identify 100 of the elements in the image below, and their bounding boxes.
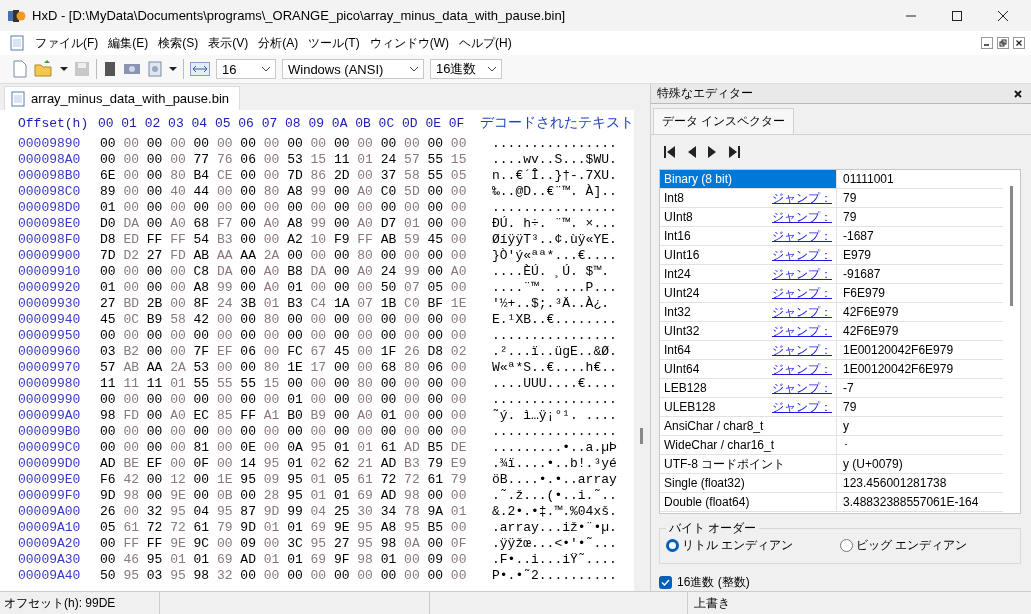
hex-byte[interactable]: A0	[170, 408, 194, 424]
hex-byte[interactable]: 3C	[287, 536, 311, 552]
hex-byte[interactable]: 00	[193, 136, 217, 152]
hex-byte[interactable]: 95	[310, 440, 334, 456]
hex-byte[interactable]: BF	[427, 296, 451, 312]
hex-byte[interactable]: 00	[450, 376, 475, 392]
hex-byte[interactable]: 01	[263, 296, 288, 312]
hex-byte[interactable]: 95	[357, 520, 381, 536]
hex-byte[interactable]: 01	[100, 200, 124, 216]
hex-byte[interactable]: 00	[216, 200, 241, 216]
decoded-text[interactable]: .array...iž•¨•µ.	[492, 520, 617, 536]
restore-icon[interactable]	[997, 37, 1009, 49]
hex-byte[interactable]: 00	[310, 200, 334, 216]
hex-byte[interactable]: B8	[287, 264, 311, 280]
hex-byte[interactable]: 00	[333, 360, 358, 376]
hex-byte[interactable]: 00	[427, 408, 451, 424]
hex-byte[interactable]: FD	[170, 248, 194, 264]
last-icon[interactable]	[727, 144, 741, 160]
hex-byte[interactable]: 02	[310, 456, 334, 472]
hex-byte[interactable]: CE	[216, 168, 241, 184]
hex-byte[interactable]: 00	[357, 312, 381, 328]
hex-byte[interactable]: 0F	[450, 536, 475, 552]
hex-byte[interactable]: C0	[404, 296, 428, 312]
decoded-text[interactable]: .˜.ž...(•..i.˜..	[492, 488, 617, 504]
jump-link[interactable]: ジャンプ：	[772, 341, 832, 359]
hex-byte[interactable]: B5	[427, 520, 451, 536]
hex-byte[interactable]: 1B	[380, 296, 405, 312]
hex-byte[interactable]: 98	[193, 568, 217, 584]
hex-byte[interactable]: 00	[450, 216, 475, 232]
hex-byte[interactable]: D2	[123, 248, 147, 264]
hex-byte[interactable]: 00	[333, 424, 358, 440]
hex-byte[interactable]: 45	[427, 232, 451, 248]
hex-byte[interactable]: 95	[287, 488, 311, 504]
hex-byte[interactable]: DE	[450, 440, 475, 456]
hex-byte[interactable]: 61	[357, 472, 381, 488]
hex-byte[interactable]: 00	[357, 568, 381, 584]
decoded-text[interactable]: ØíÿÿT³..¢.ùÿ«YE.	[492, 232, 617, 248]
hex-byte[interactable]: 50	[380, 280, 405, 296]
hex-byte[interactable]: 00	[380, 376, 405, 392]
hex-byte[interactable]: B3	[287, 296, 311, 312]
hex-byte[interactable]: 00	[380, 424, 405, 440]
hex-byte[interactable]: 00	[450, 424, 475, 440]
charset-dropdown[interactable]: Windows (ANSI)	[282, 59, 424, 79]
decoded-text[interactable]: öB....•.•..array	[492, 472, 617, 488]
hex-byte[interactable]: 00	[450, 392, 475, 408]
hex-byte[interactable]: 01	[193, 552, 217, 568]
hex-byte[interactable]: 87	[240, 504, 264, 520]
hex-byte[interactable]: 2B	[146, 296, 171, 312]
hex-byte[interactable]: 00	[357, 344, 381, 360]
hex-byte[interactable]: A8	[287, 184, 311, 200]
menu-item[interactable]: ツール(T)	[303, 34, 365, 52]
hex-byte[interactable]: 00	[263, 200, 288, 216]
hex-byte[interactable]: 00	[216, 184, 241, 200]
hex-byte[interactable]: 46	[123, 552, 147, 568]
hex-byte[interactable]: 26	[404, 344, 428, 360]
hex-byte[interactable]: AD	[380, 488, 405, 504]
hex-byte[interactable]: 00	[333, 376, 358, 392]
data-type-cell[interactable]: UInt32 ジャンプ：	[660, 322, 837, 340]
hex-byte[interactable]: 45	[100, 312, 124, 328]
hex-byte[interactable]: 00	[450, 248, 475, 264]
hex-byte[interactable]: 50	[100, 568, 124, 584]
hex-byte[interactable]: 00	[146, 472, 171, 488]
hex-byte[interactable]: 00	[357, 424, 381, 440]
hex-byte[interactable]: 80	[170, 168, 194, 184]
hex-byte[interactable]: D7	[380, 216, 405, 232]
hex-byte[interactable]: BE	[123, 456, 147, 472]
decoded-text[interactable]: W«ª*S..€....h€..	[492, 360, 617, 376]
hex-byte[interactable]: 58	[404, 168, 428, 184]
decoded-text[interactable]: .F•..i...iŸ˜....	[492, 552, 617, 568]
hex-byte[interactable]: 99	[310, 184, 334, 200]
hex-byte[interactable]: 00	[170, 152, 194, 168]
hex-byte[interactable]: 01	[333, 440, 358, 456]
hex-byte[interactable]: A0	[357, 216, 381, 232]
hex-byte[interactable]: 00	[123, 136, 147, 152]
hex-byte[interactable]: 00	[450, 280, 475, 296]
hex-byte[interactable]: 00	[216, 440, 241, 456]
hex-byte[interactable]: 01	[287, 520, 311, 536]
hex-byte[interactable]: AD	[404, 440, 428, 456]
hex-byte[interactable]: A0	[450, 264, 475, 280]
hex-byte[interactable]: F6	[100, 472, 124, 488]
hex-byte[interactable]: FF	[357, 232, 381, 248]
hex-byte[interactable]: F9	[333, 232, 358, 248]
inspector-tab[interactable]: データ インスペクター	[653, 108, 795, 134]
decoded-text[interactable]: n..€´Î..}†-.7XU.	[492, 168, 617, 184]
hex-byte[interactable]: 61	[123, 520, 147, 536]
hex-byte[interactable]: 40	[170, 184, 194, 200]
hex-byte[interactable]: 00	[333, 200, 358, 216]
hex-byte[interactable]: 00	[170, 264, 194, 280]
hex-byte[interactable]: B0	[287, 408, 311, 424]
hex-byte[interactable]: AA	[240, 248, 264, 264]
hex-byte[interactable]: 00	[240, 360, 264, 376]
data-type-cell[interactable]: Int8 ジャンプ：	[660, 189, 837, 207]
hex-byte[interactable]: 98	[357, 552, 381, 568]
hex-byte[interactable]: 95	[310, 536, 334, 552]
hex-byte[interactable]: 00	[380, 248, 405, 264]
hex-byte[interactable]: 00	[170, 392, 194, 408]
hex-byte[interactable]: 78	[404, 504, 428, 520]
hex-byte[interactable]: 00	[404, 568, 428, 584]
hex-byte[interactable]: 00	[146, 344, 171, 360]
hex-byte[interactable]: 00	[216, 536, 241, 552]
